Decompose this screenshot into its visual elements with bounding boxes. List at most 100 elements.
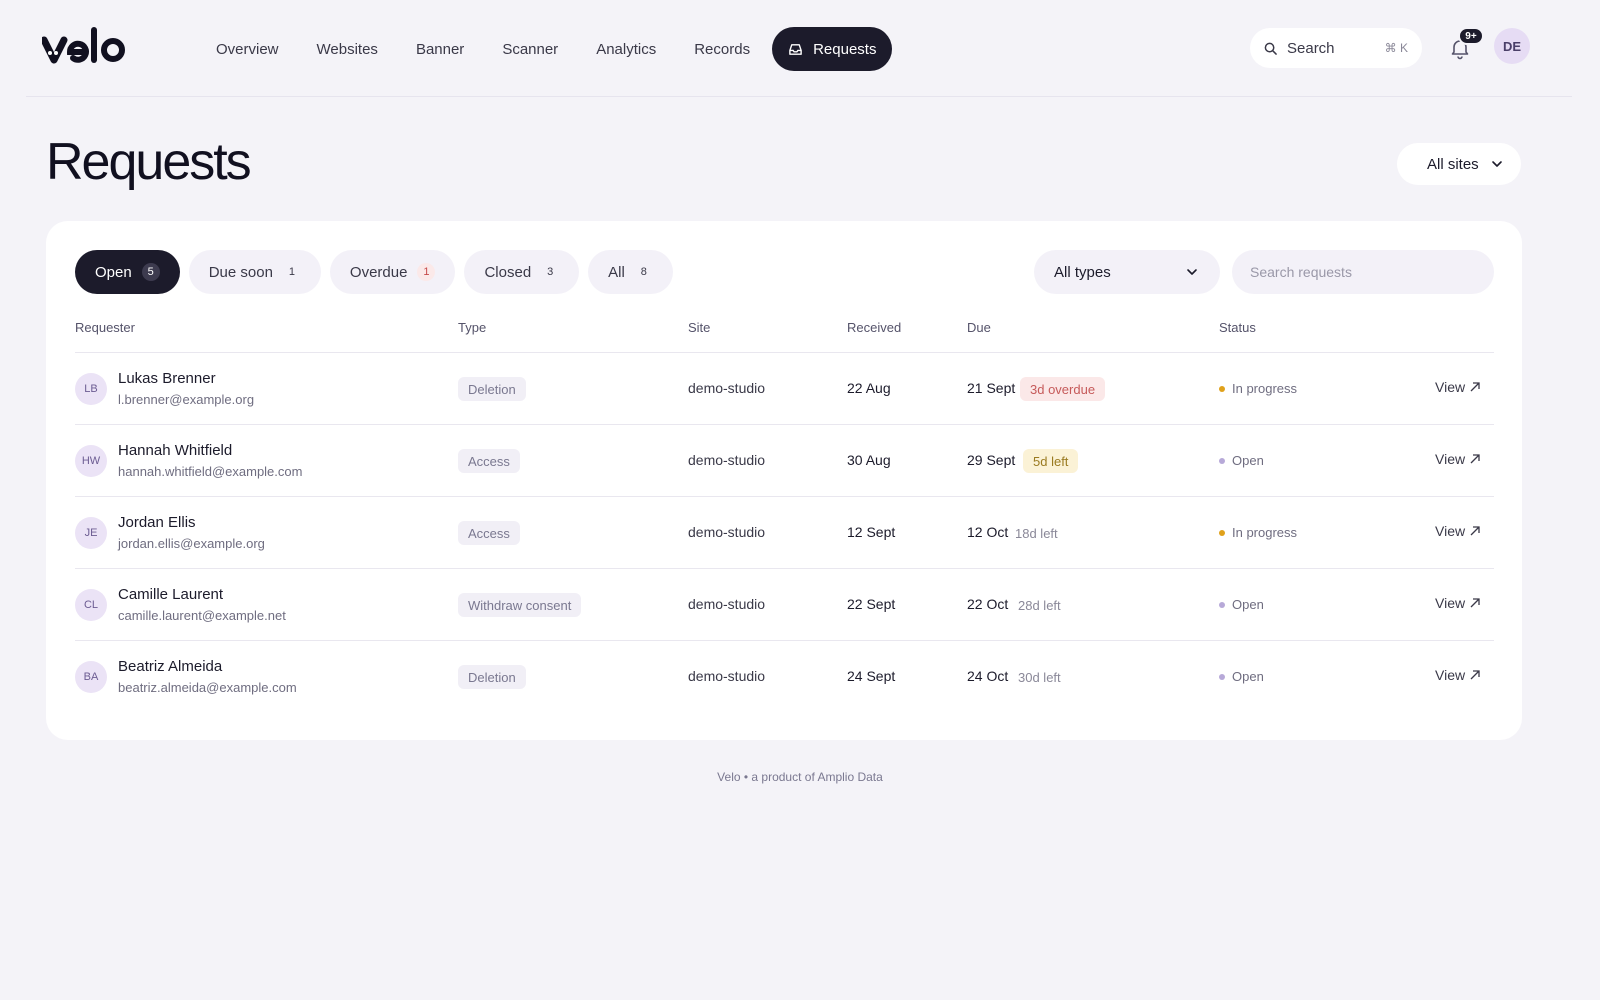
view-link[interactable]: View: [1435, 523, 1481, 539]
requester-name: Jordan Ellis: [118, 514, 196, 531]
due-date: 29 Sept: [967, 452, 1016, 468]
view-link[interactable]: View: [1435, 451, 1481, 467]
nav-records[interactable]: Records: [675, 27, 769, 71]
col-due: Due: [967, 320, 991, 335]
nav-scanner[interactable]: Scanner: [483, 27, 577, 71]
nav-analytics[interactable]: Analytics: [577, 27, 675, 71]
due-badge: 28d left: [1018, 597, 1061, 613]
status-dot: [1219, 601, 1225, 608]
search-icon: [1264, 42, 1277, 55]
arrow-up-right-icon: [1470, 382, 1480, 392]
velo-logo[interactable]: [42, 26, 132, 66]
table-row[interactable]: LB Lukas Brenner l.brenner@example.org D…: [75, 353, 1494, 425]
tab-all[interactable]: All 8: [588, 250, 673, 294]
arrow-up-right-icon: [1470, 526, 1480, 536]
received-date: 30 Aug: [847, 452, 891, 468]
user-avatar[interactable]: DE: [1494, 28, 1530, 64]
site-name: demo-studio: [688, 524, 766, 540]
type-filter-label: All types: [1054, 263, 1111, 281]
table-row[interactable]: BA Beatriz Almeida beatriz.almeida@examp…: [75, 641, 1494, 713]
received-date: 22 Aug: [847, 380, 891, 396]
col-received: Received: [847, 320, 902, 335]
site-filter-dropdown[interactable]: All sites: [1397, 143, 1521, 185]
site-name: demo-studio: [688, 596, 766, 612]
nav-overview[interactable]: Overview: [197, 27, 298, 71]
footer-text: Velo • a product of Amplio Data: [717, 770, 883, 784]
due-badge: 5d left: [1023, 449, 1079, 473]
status-label: In progress: [1232, 381, 1298, 396]
due-badge: 18d left: [1015, 525, 1058, 541]
site-name: demo-studio: [688, 452, 766, 468]
col-site: Site: [688, 320, 711, 335]
requester-email: jordan.ellis@example.org: [118, 536, 265, 551]
status-label: Open: [1232, 597, 1264, 612]
status-dot: [1219, 529, 1225, 536]
view-label: View: [1435, 667, 1466, 683]
view-link[interactable]: View: [1435, 595, 1481, 611]
nav-banner[interactable]: Banner: [397, 27, 483, 71]
view-label: View: [1435, 595, 1466, 611]
type-badge: Deletion: [458, 377, 526, 401]
nav-requests[interactable]: Requests: [772, 27, 893, 71]
received-date: 22 Sept: [847, 596, 896, 612]
inbox-icon: [789, 43, 802, 55]
table-header: Requester Type Site Received Due Status: [75, 317, 1494, 353]
search-shortcut: ⌘ K: [1384, 41, 1408, 55]
site-name: demo-studio: [688, 380, 766, 396]
tab-closed[interactable]: Closed 3: [464, 250, 580, 294]
type-badge: Access: [458, 521, 520, 545]
page-title: Requests: [46, 133, 252, 191]
chevron-down-icon: [1187, 269, 1197, 275]
main-nav: Overview Websites Banner Scanner Analyti…: [197, 27, 893, 71]
notification-badge: 9+: [1458, 27, 1484, 45]
due-date: 22 Oct: [967, 596, 1009, 612]
table-row[interactable]: HW Hannah Whitfield hannah.whitfield@exa…: [75, 425, 1494, 497]
tab-due-soon[interactable]: Due soon 1: [188, 250, 321, 294]
due-badge: 30d left: [1018, 669, 1061, 685]
nav-requests-label: Requests: [813, 40, 877, 58]
arrow-up-right-icon: [1470, 598, 1480, 608]
status-dot: [1219, 385, 1225, 392]
requester-name: Hannah Whitfield: [118, 442, 233, 459]
status-badge: Open: [1219, 597, 1264, 612]
status-tabs: Open 5 Due soon 1 Overdue 1 Closed 3 All…: [75, 250, 673, 294]
search-label: Search: [1287, 39, 1335, 57]
table-row[interactable]: CL Camille Laurent camille.laurent@examp…: [75, 569, 1494, 641]
col-requester: Requester: [75, 320, 135, 335]
tab-label: All: [608, 263, 625, 281]
requester-email: beatriz.almeida@example.com: [118, 680, 297, 695]
col-type: Type: [458, 320, 487, 335]
status-label: Open: [1232, 453, 1264, 468]
type-filter-dropdown[interactable]: All types: [1034, 250, 1220, 294]
requester-name: Beatriz Almeida: [118, 658, 223, 675]
requester-email: hannah.whitfield@example.com: [118, 464, 303, 479]
tab-count: 3: [547, 266, 554, 278]
avatar: LB: [75, 373, 107, 405]
received-date: 12 Sept: [847, 524, 896, 540]
top-header: Overview Websites Banner Scanner Analyti…: [26, 0, 1572, 97]
tab-label: Due soon: [208, 263, 273, 281]
status-label: In progress: [1232, 525, 1298, 540]
chevron-down-icon: [1492, 161, 1502, 167]
avatar: CL: [75, 589, 107, 621]
tab-open[interactable]: Open 5: [75, 250, 180, 294]
status-label: Open: [1232, 669, 1264, 684]
requester-email: camille.laurent@example.net: [118, 608, 286, 623]
avatar: BA: [75, 661, 107, 693]
arrow-up-right-icon: [1470, 454, 1480, 464]
status-dot: [1219, 673, 1225, 680]
tab-overdue[interactable]: Overdue 1: [329, 250, 456, 294]
table-row[interactable]: JE Jordan Ellis jordan.ellis@example.org…: [75, 497, 1494, 569]
site-filter-label: All sites: [1427, 155, 1479, 173]
status-badge: In progress: [1219, 525, 1297, 540]
type-badge: Withdraw consent: [458, 593, 582, 617]
tab-count: 5: [141, 263, 160, 281]
search-requests-input[interactable]: [1232, 250, 1494, 294]
view-link[interactable]: View: [1435, 379, 1481, 395]
global-search[interactable]: Search ⌘ K: [1250, 28, 1422, 68]
nav-websites[interactable]: Websites: [298, 27, 397, 71]
tab-count: 1: [417, 263, 436, 281]
requester-email: l.brenner@example.org: [118, 392, 255, 407]
view-link[interactable]: View: [1435, 667, 1481, 683]
avatar: HW: [75, 445, 107, 477]
